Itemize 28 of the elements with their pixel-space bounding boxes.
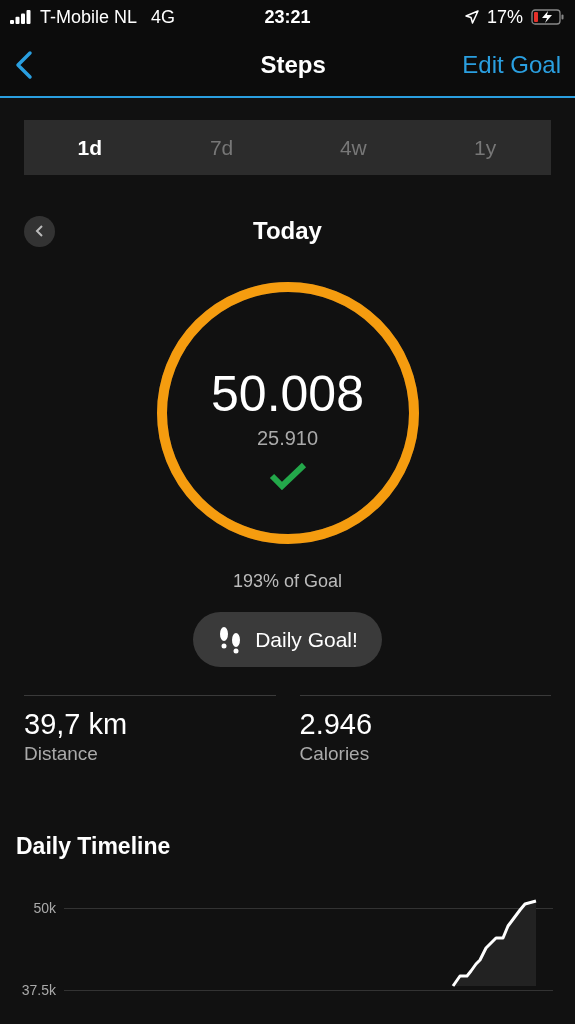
- stat-label: Distance: [24, 743, 99, 765]
- period-tab[interactable]: 1y: [419, 120, 551, 175]
- period-tab[interactable]: 4w: [287, 120, 420, 175]
- edit-goal-link[interactable]: Edit Goal: [462, 51, 561, 79]
- period-tab[interactable]: 7d: [155, 120, 288, 175]
- signal-icon: [10, 10, 32, 24]
- step-goal: 25.910: [256, 427, 319, 450]
- previous-button[interactable]: [24, 215, 55, 247]
- screen-title: Steps: [259, 51, 327, 79]
- period-tab[interactable]: 1d: [24, 120, 156, 175]
- stat-label: Calories: [299, 743, 371, 765]
- network-type: 4G: [151, 6, 176, 28]
- location-arrow-icon: [465, 10, 479, 24]
- chevron-left-icon: [34, 224, 45, 238]
- clock-time: 23:21: [264, 6, 311, 28]
- badge-label: Daily Goal!: [255, 627, 358, 652]
- carrier-name: T-Mobile NL: [40, 6, 138, 28]
- axis-tick-label: 50k: [32, 900, 57, 916]
- back-icon[interactable]: [14, 50, 34, 80]
- period-title: Today: [253, 217, 322, 245]
- step-count: 50.008: [211, 365, 364, 423]
- stat-value: 39,7 km: [24, 708, 129, 741]
- stat-value: 2.946: [299, 708, 374, 741]
- section-title: Daily Timeline: [16, 833, 171, 859]
- axis-tick-label: 37.5k: [20, 982, 57, 998]
- battery-charging-icon: [531, 9, 565, 25]
- goal-percentage: 193% of Goal: [232, 571, 343, 591]
- battery-percent: 17%: [487, 6, 523, 28]
